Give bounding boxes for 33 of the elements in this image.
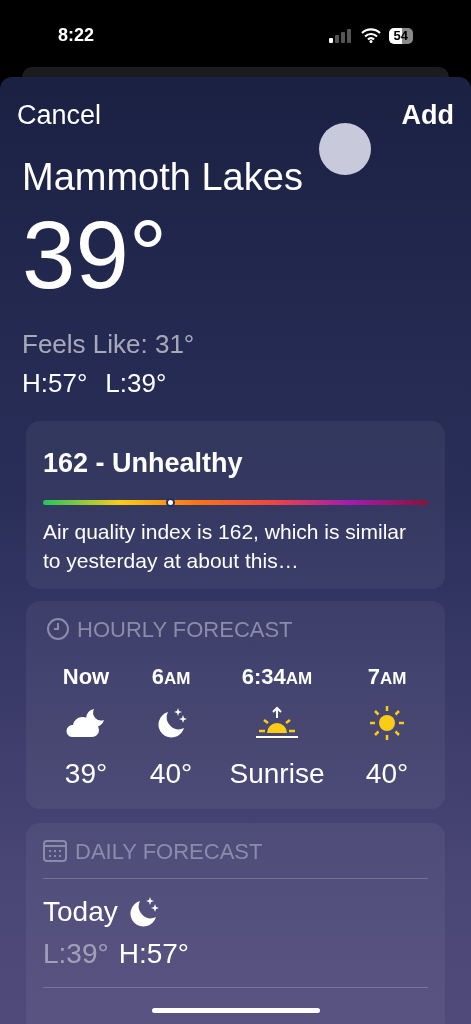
- clock-icon: [46, 617, 70, 641]
- status-time: 8:22: [58, 24, 95, 47]
- signal-icon: [328, 28, 353, 43]
- add-button[interactable]: Add: [401, 95, 454, 136]
- sunrise-icon: [255, 705, 299, 740]
- section-title: DAILY FORECAST: [75, 837, 263, 866]
- aqi-description: Air quality index is 162, which is similar to yesterday at about this…: [43, 518, 407, 574]
- hour-temperature: 39°: [64, 756, 108, 791]
- moon-drawing: [319, 123, 371, 175]
- high-temperature: H:57°: [22, 367, 88, 400]
- hour-temperature: 40°: [365, 756, 409, 791]
- day-high: H:57°: [118, 936, 190, 971]
- hour-temperature: Sunrise: [229, 756, 325, 791]
- battery-indicator: 54: [388, 27, 413, 44]
- section-title: HOURLY FORECAST: [77, 615, 293, 644]
- low-temperature: L:39°: [105, 367, 167, 400]
- hour-label: Now: [62, 662, 110, 691]
- air-quality-card[interactable]: 162 - Unhealthy Air quality index is 162, which is similar to yesterday at about this…: [26, 421, 445, 589]
- cancel-button[interactable]: Cancel: [17, 95, 102, 136]
- hour-temperature: 40°: [149, 756, 193, 791]
- hour-label: 6:34AM: [241, 662, 313, 691]
- calendar-icon: [43, 839, 67, 863]
- hour-label: 7AM: [367, 662, 407, 691]
- home-indicator[interactable]: [152, 1008, 320, 1013]
- wifi-icon: [360, 28, 381, 43]
- current-temperature: 39°: [22, 207, 168, 303]
- hour-label: 6AM: [151, 662, 191, 691]
- feels-like: Feels Like: 31°: [22, 328, 195, 361]
- aqi-title: 162 - Unhealthy: [43, 447, 244, 480]
- city-name: Mammoth Lakes: [22, 154, 303, 200]
- sun-icon: [369, 704, 405, 741]
- day-label: Today: [43, 894, 118, 929]
- day-low: L:39°: [43, 936, 109, 971]
